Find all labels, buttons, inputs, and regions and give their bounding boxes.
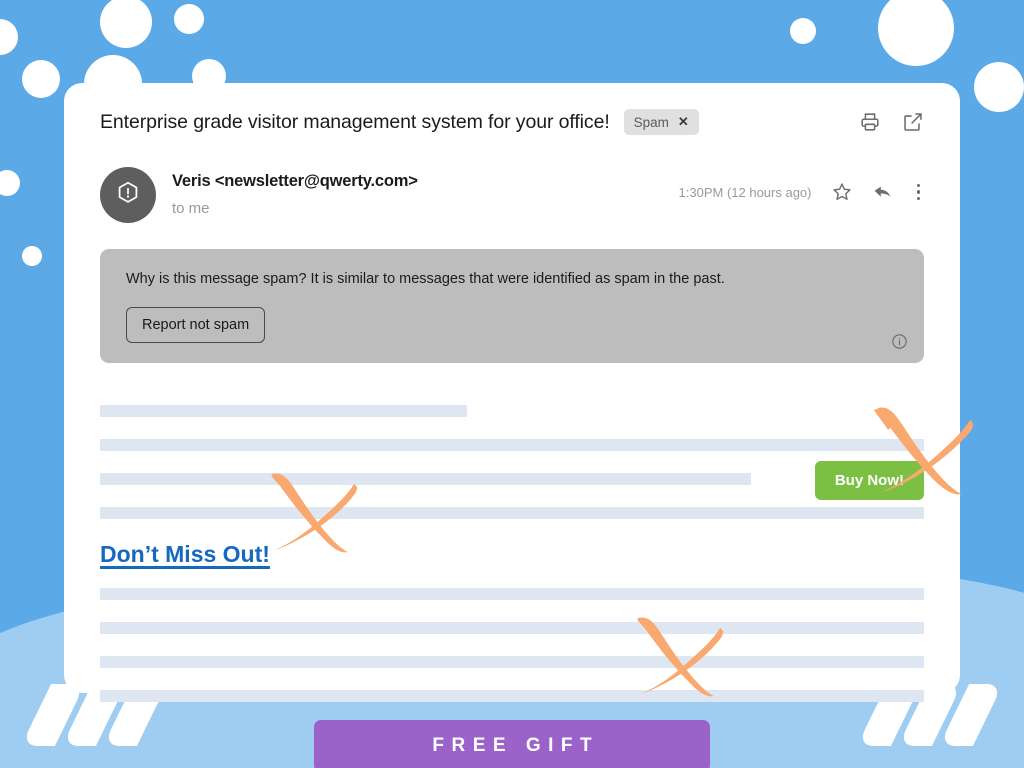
dont-miss-out-link-row: Don’t Miss Out! <box>100 541 924 588</box>
close-icon[interactable]: ✕ <box>678 114 689 130</box>
decorative-dot <box>878 0 954 66</box>
skeleton-line <box>100 588 924 600</box>
decorative-dot <box>0 170 20 196</box>
decorative-dot <box>0 19 18 55</box>
sender-text: Veris <newsletter@qwerty.com> to me <box>172 167 418 217</box>
screenshot-root: Enterprise grade visitor management syst… <box>0 0 1024 768</box>
decorative-dot <box>174 4 204 34</box>
spam-badge-label: Spam <box>633 114 669 130</box>
open-in-new-window-icon[interactable] <box>902 111 924 133</box>
skeleton-line <box>100 622 924 634</box>
more-options-icon[interactable] <box>913 183 925 201</box>
subject-row: Enterprise grade visitor management syst… <box>100 109 924 135</box>
decorative-dot <box>974 62 1024 112</box>
avatar <box>100 167 156 223</box>
spam-notice-banner: Why is this message spam? It is similar … <box>100 249 924 363</box>
message-meta: 1:30PM (12 hours ago) <box>679 167 924 203</box>
status-badge-spam[interactable]: Spam ✕ <box>623 109 699 135</box>
page-title: Enterprise grade visitor management syst… <box>100 110 610 133</box>
email-body: Buy Now! Don’t Miss Out! FREE GIFT <box>100 405 924 768</box>
dont-miss-out-link[interactable]: Don’t Miss Out! <box>100 541 270 568</box>
skeleton-line <box>100 405 467 417</box>
sender-name: Veris <newsletter@qwerty.com> <box>172 172 418 190</box>
star-icon[interactable] <box>831 181 853 203</box>
report-not-spam-button[interactable]: Report not spam <box>126 307 266 343</box>
info-circle-icon[interactable] <box>891 333 908 350</box>
reply-icon[interactable] <box>872 181 894 203</box>
warning-hexagon-icon <box>114 179 142 212</box>
sender-row: Veris <newsletter@qwerty.com> to me 1:30… <box>100 167 924 223</box>
sender-recipient: to me <box>172 200 210 217</box>
decorative-dot <box>22 60 60 98</box>
skeleton-line <box>100 507 924 519</box>
timestamp: 1:30PM (12 hours ago) <box>678 184 812 200</box>
buy-now-button[interactable]: Buy Now! <box>814 461 924 500</box>
skeleton-line <box>100 439 924 451</box>
skeleton-line <box>100 473 751 485</box>
print-icon[interactable] <box>859 111 881 133</box>
decorative-dot <box>790 18 816 44</box>
skeleton-line <box>100 656 924 668</box>
header-actions <box>859 111 924 133</box>
decorative-dot <box>100 0 152 48</box>
email-card: Enterprise grade visitor management syst… <box>64 83 960 768</box>
decorative-dot <box>22 246 42 266</box>
free-gift-row: FREE GIFT <box>100 720 924 768</box>
skeleton-line <box>100 690 924 702</box>
spam-explanation-text: Why is this message spam? It is similar … <box>126 271 725 287</box>
free-gift-button[interactable]: FREE GIFT <box>314 720 710 768</box>
